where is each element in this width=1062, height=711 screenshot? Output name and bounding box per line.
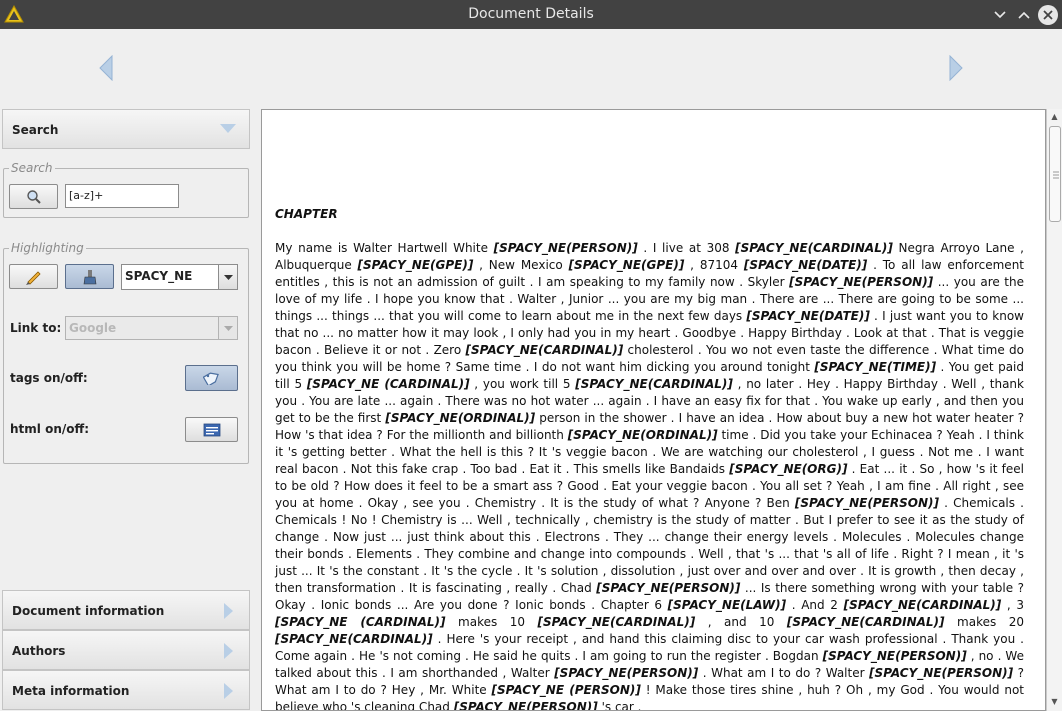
side-panel: Search Search [a-z]+ Highlighting SPACY_… — [2, 109, 252, 711]
text-segment: , 3 — [1001, 598, 1025, 612]
entity-tag: [SPACY_NE(CARDINAL)] — [575, 377, 733, 391]
document-heading: CHAPTER — [275, 207, 338, 221]
chevron-right-icon — [224, 643, 233, 659]
accordion-document-information-header[interactable]: Document information — [2, 590, 250, 630]
scrollbar-thumb[interactable] — [1049, 126, 1061, 222]
scroll-down-icon[interactable]: ▼ — [1047, 694, 1062, 710]
entity-tag: [SPACY_NE(CARDINAL)] — [786, 615, 945, 629]
html-icon — [203, 423, 220, 436]
link-to-select-arrow[interactable] — [218, 317, 237, 339]
magnifier-icon — [26, 189, 41, 204]
maximize-icon[interactable] — [1014, 5, 1034, 25]
entity-tag: [SPACY_NE(PERSON)] — [453, 700, 598, 711]
document-body: My name is Walter Hartwell White [SPACY_… — [275, 240, 1025, 711]
pencil-icon — [25, 270, 41, 285]
highlight-pen-button[interactable] — [9, 264, 58, 289]
search-group-legend: Search — [9, 161, 55, 175]
grip-icon — [1053, 171, 1059, 179]
entity-tag: [SPACY_NE(PERSON)] — [794, 496, 939, 510]
accordion-meta-information-label: Meta information — [12, 684, 130, 698]
previous-document-arrow-icon[interactable] — [99, 55, 113, 81]
tagset-select-value: SPACY_NE — [125, 269, 193, 283]
entity-tag: [SPACY_NE(CARDINAL)] — [843, 598, 1002, 612]
entity-tag: [SPACY_NE (CARDINAL)] — [275, 615, 446, 629]
text-segment: , you work till 5 — [469, 377, 576, 391]
chevron-down-icon — [220, 124, 236, 133]
tagset-select-arrow[interactable] — [218, 265, 237, 289]
link-to-select-value: Google — [69, 321, 117, 335]
text-segment: . What am I to do ? Walter — [698, 666, 870, 680]
tags-toggle-label: tags on/off: — [10, 371, 88, 385]
accordion-document-information-label: Document information — [12, 604, 165, 618]
entity-tag: [SPACY_NE(ORDINAL)] — [567, 428, 718, 442]
entity-tag: [SPACY_NE(CARDINAL)] — [735, 241, 893, 255]
accordion-authors-label: Authors — [12, 644, 66, 658]
search-button[interactable] — [9, 184, 58, 209]
entity-tag: [SPACY_NE (PERSON)] — [491, 683, 641, 697]
text-segment: makes 20 — [944, 615, 1025, 629]
minimize-icon[interactable] — [990, 5, 1010, 25]
title-bar: Document Details — [0, 0, 1062, 29]
text-segment: . I live at 308 — [637, 241, 736, 255]
entity-tag: [SPACY_NE(PERSON)] — [554, 666, 699, 680]
text-segment: makes 10 — [445, 615, 538, 629]
close-icon[interactable] — [1038, 5, 1058, 25]
text-segment: . And 2 — [786, 598, 844, 612]
entity-tag: [SPACY_NE(TIME)] — [814, 360, 937, 374]
document-view[interactable]: CHAPTER My name is Walter Hartwell White… — [261, 109, 1046, 711]
entity-tag: [SPACY_NE(ORDINAL)] — [385, 411, 536, 425]
entity-tag: [SPACY_NE(PERSON)] — [596, 581, 741, 595]
html-toggle-label: html on/off: — [10, 422, 90, 436]
scroll-up-icon[interactable]: ▲ — [1047, 109, 1062, 125]
chevron-right-icon — [224, 683, 233, 699]
entity-tag: [SPACY_NE(LAW)] — [667, 598, 787, 612]
accordion-search-header[interactable]: Search — [2, 109, 250, 149]
highlight-brush-button[interactable] — [65, 264, 114, 289]
tags-toggle-button[interactable] — [185, 365, 238, 391]
entity-tag: [SPACY_NE(PERSON)] — [789, 275, 934, 289]
entity-tag: [SPACY_NE(CARDINAL)] — [275, 632, 433, 646]
chevron-right-icon — [224, 603, 233, 619]
next-document-arrow-icon[interactable] — [949, 55, 963, 81]
entity-tag: [SPACY_NE(PERSON)] — [869, 666, 1014, 680]
entity-tag: [SPACY_NE(CARDINAL)] — [537, 615, 696, 629]
text-segment: , 87104 — [684, 258, 744, 272]
entity-tag: [SPACY_NE(PERSON)] — [493, 241, 638, 255]
navigation-toolbar — [0, 29, 1062, 109]
dropdown-arrow-icon — [224, 326, 233, 331]
paint-brush-icon — [83, 269, 96, 284]
entity-tag: [SPACY_NE(DATE)] — [743, 258, 868, 272]
entity-tag: [SPACY_NE(GPE)] — [357, 258, 474, 272]
dropdown-arrow-icon — [224, 275, 233, 280]
entity-tag: [SPACY_NE(DATE)] — [746, 309, 870, 323]
text-segment: , and 10 — [695, 615, 787, 629]
accordion-search-label: Search — [12, 123, 59, 137]
text-segment: 's car . — [597, 700, 642, 711]
window-title: Document Details — [468, 6, 594, 22]
entity-tag: [SPACY_NE(ORG)] — [729, 462, 848, 476]
accordion-authors-header[interactable]: Authors — [2, 630, 250, 670]
html-toggle-button[interactable] — [185, 417, 238, 442]
vertical-scrollbar[interactable]: ▲ ▼ — [1046, 109, 1062, 711]
document-text: CHAPTER My name is Walter Hartwell White… — [275, 206, 1025, 711]
link-to-select[interactable]: Google — [65, 316, 238, 340]
tagset-select[interactable]: SPACY_NE — [121, 264, 238, 290]
link-to-label: Link to: — [10, 321, 62, 335]
tag-icon — [202, 372, 219, 385]
search-input[interactable]: [a-z]+ — [65, 184, 179, 208]
highlighting-group-legend: Highlighting — [9, 241, 86, 255]
entity-tag: [SPACY_NE(PERSON)] — [822, 649, 967, 663]
entity-tag: [SPACY_NE(GPE)] — [568, 258, 685, 272]
accordion-meta-information-header[interactable]: Meta information — [2, 670, 250, 710]
entity-tag: [SPACY_NE (CARDINAL)] — [306, 377, 470, 391]
entity-tag: [SPACY_NE(CARDINAL)] — [465, 343, 624, 357]
text-segment: , New Mexico — [473, 258, 569, 272]
text-segment: My name is Walter Hartwell White — [275, 241, 494, 255]
